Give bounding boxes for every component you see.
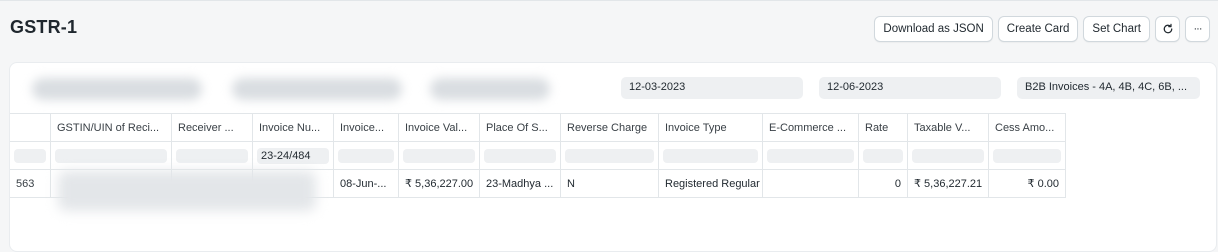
company-filter[interactable] (32, 78, 202, 100)
filter-cell (172, 142, 253, 170)
row-filter-cell (10, 142, 51, 170)
filter-bar: 12-03-2023 12-06-2023 B2B Invoices - 4A,… (10, 63, 1216, 113)
place-of-supply-cell[interactable]: 23-Madhya ... (480, 170, 561, 198)
column-filter-input[interactable] (993, 148, 1061, 163)
more-icon: ··· (1193, 23, 1203, 35)
filter-cell (399, 142, 480, 170)
filter-cell (561, 142, 659, 170)
column-header[interactable]: Invoice Val... (399, 114, 480, 142)
column-header[interactable]: Place Of S... (480, 114, 561, 142)
refresh-icon (1163, 23, 1172, 34)
filter-cell (480, 142, 561, 170)
column-header[interactable]: Invoice Type (659, 114, 763, 142)
address-filter[interactable] (430, 78, 550, 100)
set-chart-button[interactable]: Set Chart (1083, 16, 1150, 42)
column-header[interactable]: Rate (859, 114, 908, 142)
column-header[interactable]: Invoice... (334, 114, 399, 142)
rate-cell[interactable]: 0 (859, 170, 908, 198)
filter-cell (659, 142, 763, 170)
column-filter-input[interactable] (565, 148, 654, 163)
cess-amount-cell[interactable]: ₹ 0.00 (989, 170, 1066, 198)
invoice-date-cell[interactable]: 08-Jun-... (334, 170, 399, 198)
more-button[interactable]: ··· (1185, 16, 1210, 42)
page-header: GSTR-1 Download as JSON Create Card Set … (0, 0, 1218, 58)
row-index-header (10, 114, 51, 142)
column-filter-input[interactable] (663, 148, 758, 163)
column-header[interactable]: Taxable V... (908, 114, 989, 142)
redacted-block (58, 171, 316, 211)
column-filter-input[interactable] (403, 148, 475, 163)
column-filter-input[interactable] (176, 148, 248, 163)
column-header[interactable]: Invoice Nu... (253, 114, 334, 142)
to-date-field[interactable]: 12-06-2023 (819, 77, 1001, 99)
column-filter-input[interactable] (55, 148, 167, 163)
column-filter-input[interactable] (912, 148, 984, 163)
column-header[interactable]: GSTIN/UIN of Reci... (51, 114, 172, 142)
column-header[interactable]: E-Commerce ... (763, 114, 859, 142)
gstin-filter[interactable] (232, 78, 402, 100)
filter-cell (334, 142, 399, 170)
invoice-number-filter[interactable]: 23-24/484 (257, 147, 329, 164)
report-type-value: B2B Invoices - 4A, 4B, 4C, 6B, ... (1025, 81, 1188, 93)
filter-cell (763, 142, 859, 170)
report-card: 12-03-2023 12-06-2023 B2B Invoices - 4A,… (9, 62, 1217, 252)
filter-cell (989, 142, 1066, 170)
column-filter-input[interactable] (863, 148, 903, 163)
column-filter-input[interactable] (767, 148, 854, 163)
from-date-field[interactable]: 12-03-2023 (621, 77, 803, 99)
download-json-button[interactable]: Download as JSON (874, 16, 993, 42)
page-title: GSTR-1 (10, 17, 78, 37)
column-filter-input[interactable] (338, 148, 394, 163)
invoice-value-cell[interactable]: ₹ 5,36,227.00 (399, 170, 480, 198)
toolbar-actions: Download as JSON Create Card Set Chart ·… (874, 16, 1210, 42)
column-filter-input[interactable] (14, 148, 46, 163)
column-header[interactable]: Cess Amo... (989, 114, 1066, 142)
report-type-select[interactable]: B2B Invoices - 4A, 4B, 4C, 6B, ... (1017, 77, 1200, 99)
column-header[interactable]: Receiver ... (172, 114, 253, 142)
column-header[interactable]: Reverse Charge (561, 114, 659, 142)
column-filter-row: 23-24/484 (10, 142, 1066, 170)
filter-cell: 23-24/484 (253, 142, 334, 170)
ecommerce-cell[interactable] (763, 170, 859, 198)
create-card-button[interactable]: Create Card (997, 16, 1079, 42)
taxable-value-cell[interactable]: ₹ 5,36,227.21 (908, 170, 989, 198)
column-filter-input[interactable] (484, 148, 556, 163)
table-header: GSTIN/UIN of Reci... Receiver ... Invoic… (10, 113, 1066, 142)
refresh-button[interactable] (1155, 16, 1180, 42)
reverse-charge-cell[interactable]: N (561, 170, 659, 198)
filter-cell (859, 142, 908, 170)
filter-cell (908, 142, 989, 170)
filter-cell (51, 142, 172, 170)
row-number: 563 (10, 170, 51, 198)
invoice-type-cell[interactable]: Registered Regular (659, 170, 763, 198)
